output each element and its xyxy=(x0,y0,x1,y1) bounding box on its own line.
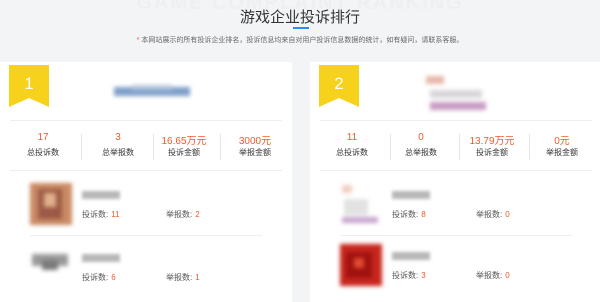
stats-bottom-divider xyxy=(320,170,592,171)
stats-top-divider xyxy=(320,120,592,121)
game-name xyxy=(82,191,120,199)
company-logo[interactable] xyxy=(422,70,488,114)
item-reports: 举报数: 1 xyxy=(166,273,200,282)
company-card-2[interactable]: 2 11 总投诉数 0 总举报数 13.79万元 投诉金额 0元 举报金额 投诉数: 8 … xyxy=(310,62,600,302)
item-complaints: 投诉数: 8 xyxy=(392,210,426,219)
item-reports: 举报数: 0 xyxy=(476,210,510,219)
stat-report-amount: 0元 举报金额 xyxy=(546,136,578,157)
game-avatar xyxy=(32,254,68,270)
stat-total-complaints: 17 总投诉数 xyxy=(27,132,59,157)
item-complaints: 投诉数: 11 xyxy=(82,210,120,219)
game-avatar xyxy=(342,185,378,223)
game-name xyxy=(392,252,430,260)
stat-total-reports: 0 总举报数 xyxy=(405,132,437,157)
game-avatar xyxy=(340,244,382,286)
rank-number: 1 xyxy=(24,74,34,93)
stat-complaint-amount: 13.79万元 投诉金额 xyxy=(469,136,515,157)
list-item[interactable]: 投诉数: 8 举报数: 0 xyxy=(310,183,600,239)
game-name xyxy=(392,191,430,199)
rank-ribbon: 1 xyxy=(9,65,49,107)
item-complaints: 投诉数: 6 xyxy=(82,273,116,282)
stat-complaint-amount: 16.65万元 投诉金额 xyxy=(161,136,207,157)
stat-total-reports: 3 总举报数 xyxy=(102,132,134,157)
title-underline xyxy=(293,27,309,29)
stats-top-divider xyxy=(10,120,282,121)
item-complaints: 投诉数: 3 xyxy=(392,271,426,280)
item-reports: 举报数: 0 xyxy=(476,271,510,280)
notice-text: * 本网站展示的所有投诉企业排名，投诉信息均来自对用户投诉信息数据的统计，如有疑… xyxy=(136,37,464,44)
page-title: 游戏企业投诉排行 xyxy=(239,9,360,26)
list-item[interactable]: 投诉数: 3 举报数: 0 xyxy=(310,244,600,300)
rank-ribbon: 2 xyxy=(319,65,359,107)
stats-bottom-divider xyxy=(10,170,282,171)
game-avatar xyxy=(30,183,72,225)
stat-total-complaints: 11 总投诉数 xyxy=(336,132,368,157)
rank-number: 2 xyxy=(334,74,344,93)
stat-report-amount: 3000元 举报金额 xyxy=(238,136,272,157)
company-card-1[interactable]: 1 17 总投诉数 3 总举报数 16.65万元 投诉金额 3000元 举报金额 投诉数… xyxy=(0,62,292,302)
item-reports: 举报数: 2 xyxy=(166,210,200,219)
game-name xyxy=(82,254,120,262)
company-logo[interactable] xyxy=(112,80,192,102)
list-item[interactable]: 投诉数: 11 举报数: 2 xyxy=(0,183,292,239)
list-item[interactable]: 投诉数: 6 举报数: 1 xyxy=(0,246,292,302)
